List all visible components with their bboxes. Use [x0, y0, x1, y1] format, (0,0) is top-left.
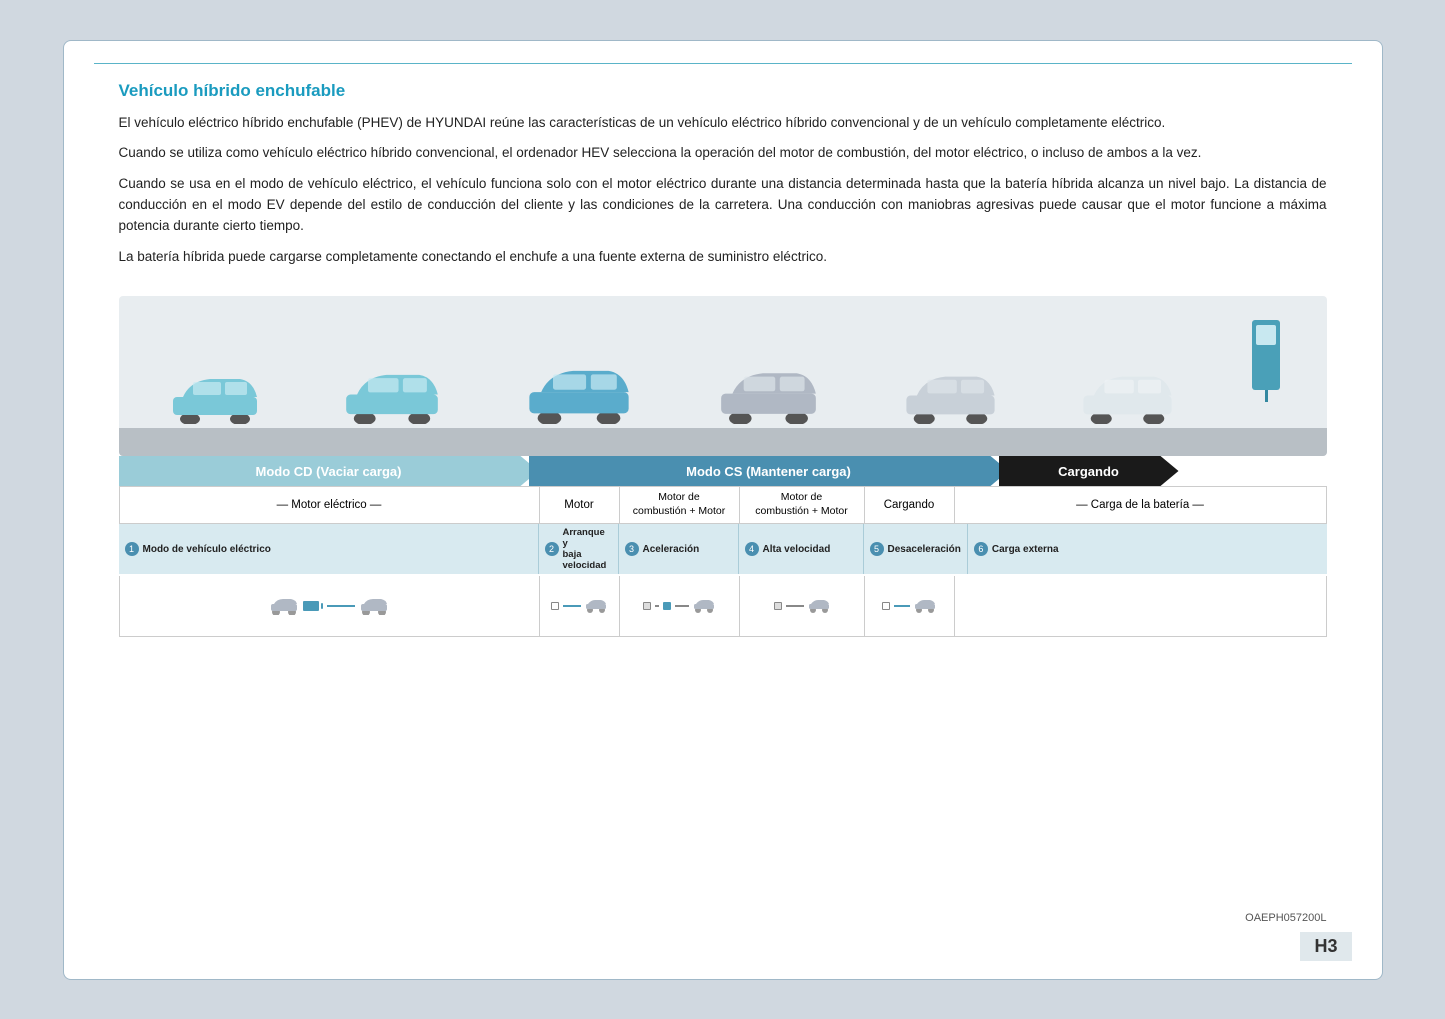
mode-cs-arrow: Modo CS (Mantener carga) — [529, 456, 1009, 486]
car-2-icon — [337, 364, 447, 424]
page-number: H3 — [1300, 932, 1351, 961]
paragraph2: Cuando se utiliza como vehículo eléctric… — [119, 143, 1327, 164]
small-car-cell-1 — [120, 576, 540, 636]
code-reference: OAEPH057200L — [1245, 912, 1326, 924]
mini-car-2 — [585, 599, 607, 613]
small-car-cell-3 — [620, 576, 740, 636]
mini-car-3 — [693, 599, 715, 613]
car-1-icon — [165, 369, 265, 424]
paragraph1: El vehículo eléctrico híbrido enchufable… — [119, 113, 1327, 134]
mini-car-5 — [914, 599, 936, 613]
cell-carga-bateria: — Carga de la batería — — [955, 487, 1326, 523]
mini-car-4 — [808, 599, 830, 613]
paragraph3: Cuando se usa en el modo de vehículo elé… — [119, 174, 1327, 237]
page-container: Vehículo híbrido enchufable El vehículo … — [63, 40, 1383, 980]
wheel-icon-1 — [269, 597, 299, 615]
car-6-icon — [1075, 366, 1180, 424]
car-5-icon — [898, 366, 1003, 424]
breakdown-row: — Motor eléctrico — Motor Motor de combu… — [119, 486, 1327, 524]
wheel-icon-1b — [359, 597, 389, 615]
mode-charging-arrow: Cargando — [999, 456, 1179, 486]
small-car-cell-2 — [540, 576, 620, 636]
substep-cell-2: 2 Arranque ybaja velocidad — [539, 524, 619, 574]
mode-cd-arrow: Modo CD (Vaciar carga) — [119, 456, 539, 486]
cell-cargando: Cargando — [865, 487, 955, 523]
charging-station-illustration — [1252, 320, 1280, 402]
small-car-cell-6 — [955, 576, 1326, 636]
content-area: Vehículo híbrido enchufable El vehículo … — [119, 81, 1327, 949]
substep-cell-5: 5 Desaceleración — [864, 524, 968, 574]
cell-combustion-motor-2: Motor de combustión + Motor — [740, 487, 865, 523]
cell-combustion-motor-1: Motor de combustión + Motor — [620, 487, 740, 523]
cell-motor: Motor — [540, 487, 620, 523]
substep-cell-6: 6 Carga externa — [968, 524, 1327, 574]
small-car-cell-4 — [740, 576, 865, 636]
cell-electric-motor: — Motor eléctrico — — [120, 487, 540, 523]
section-title: Vehículo híbrido enchufable — [119, 81, 1327, 101]
car-3-icon — [519, 359, 639, 424]
mode-arrows: Modo CD (Vaciar carga) Modo CS (Mantener… — [119, 456, 1327, 486]
car-4-icon — [711, 362, 826, 424]
top-border-line — [94, 63, 1352, 65]
substep-cell-4: 4 Alta velocidad — [739, 524, 864, 574]
car-row — [129, 320, 1317, 446]
diagram-area: Modo CD (Vaciar carga) Modo CS (Mantener… — [119, 296, 1327, 948]
paragraph4: La batería híbrida puede cargarse comple… — [119, 247, 1327, 268]
substep-row: 1 Modo de vehículo eléctrico 2 Arranque … — [119, 524, 1327, 574]
small-cars-row — [119, 576, 1327, 637]
car-strip — [119, 296, 1327, 456]
small-car-cell-5 — [865, 576, 955, 636]
substep-cell-3: 3 Aceleración — [619, 524, 739, 574]
substep-cell-1: 1 Modo de vehículo eléctrico — [119, 524, 539, 574]
